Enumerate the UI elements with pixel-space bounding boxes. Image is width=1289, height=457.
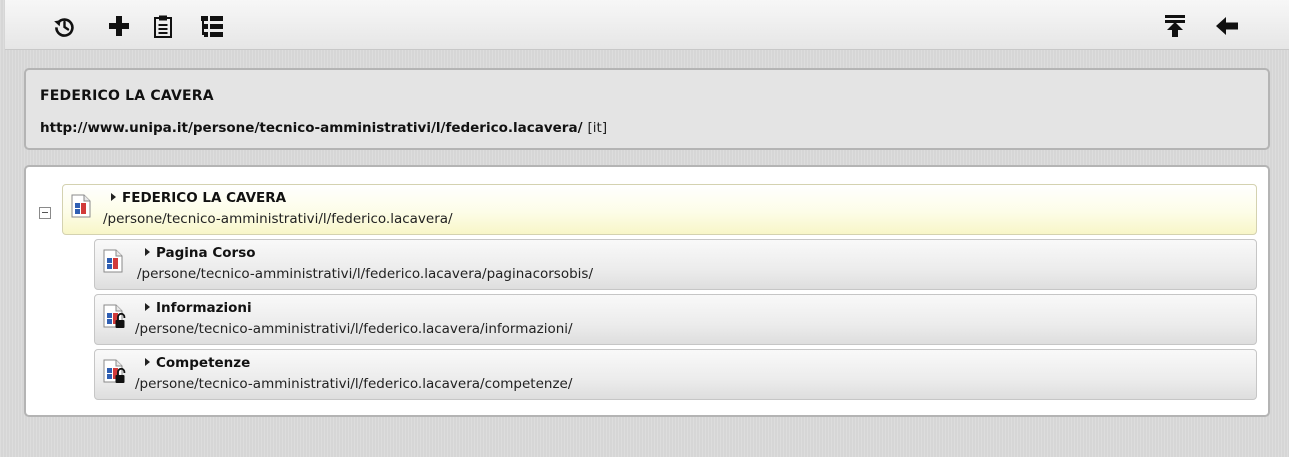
- language-code: [it]: [587, 120, 608, 136]
- tree-node-competenze[interactable]: Competenze /persone/tecnico-amministrati…: [94, 349, 1257, 400]
- add-button[interactable]: [106, 14, 132, 38]
- move-to-top-icon: [1165, 15, 1185, 37]
- plus-icon: [109, 16, 129, 36]
- tree-node-path: /persone/tecnico-amministrativi/l/federi…: [137, 266, 593, 282]
- tree-node-informazioni[interactable]: Informazioni /persone/tecnico-amministra…: [94, 294, 1257, 345]
- page-icon: [103, 249, 123, 273]
- back-button[interactable]: [1214, 14, 1240, 38]
- tree-node-pagina-corso[interactable]: Pagina Corso /persone/tecnico-amministra…: [94, 239, 1257, 290]
- page-lock-icon: [103, 359, 126, 383]
- caret-right-icon: [145, 303, 150, 311]
- page-url-line: http://www.unipa.it/persone/tecnico-ammi…: [40, 120, 607, 136]
- clipboard-button[interactable]: [150, 14, 176, 38]
- caret-right-icon: [145, 358, 150, 366]
- page-url-link[interactable]: http://www.unipa.it/persone/tecnico-ammi…: [40, 120, 583, 136]
- tree-node-root[interactable]: FEDERICO LA CAVERA /persone/tecnico-ammi…: [62, 184, 1257, 235]
- tree-structure-icon: [201, 15, 223, 37]
- page-title: FEDERICO LA CAVERA: [40, 88, 214, 104]
- tree-node-path: /persone/tecnico-amministrativi/l/federi…: [135, 376, 573, 392]
- arrow-left-icon: [1216, 17, 1238, 35]
- toolbar: [5, 0, 1289, 50]
- page-icon: [71, 194, 91, 218]
- clipboard-icon: [154, 15, 172, 38]
- caret-right-icon: [111, 193, 116, 201]
- caret-right-icon: [145, 248, 150, 256]
- move-to-top-button[interactable]: [1162, 14, 1188, 38]
- history-button[interactable]: [51, 14, 77, 38]
- page-header-panel: FEDERICO LA CAVERA http://www.unipa.it/p…: [24, 68, 1270, 150]
- history-icon: [54, 18, 74, 37]
- tree-node-title: FEDERICO LA CAVERA: [111, 190, 286, 206]
- tree-node-title: Competenze: [145, 355, 250, 371]
- tree-node-path: /persone/tecnico-amministrativi/l/federi…: [135, 321, 573, 337]
- tree-node-path: /persone/tecnico-amministrativi/l/federi…: [103, 211, 453, 227]
- site-tree-button[interactable]: [199, 14, 225, 38]
- page-lock-icon: [103, 304, 126, 328]
- tree-node-title: Informazioni: [145, 300, 252, 316]
- collapse-toggle[interactable]: [39, 207, 51, 219]
- page-tree-panel: FEDERICO LA CAVERA /persone/tecnico-ammi…: [24, 165, 1270, 417]
- tree-node-title: Pagina Corso: [145, 245, 256, 261]
